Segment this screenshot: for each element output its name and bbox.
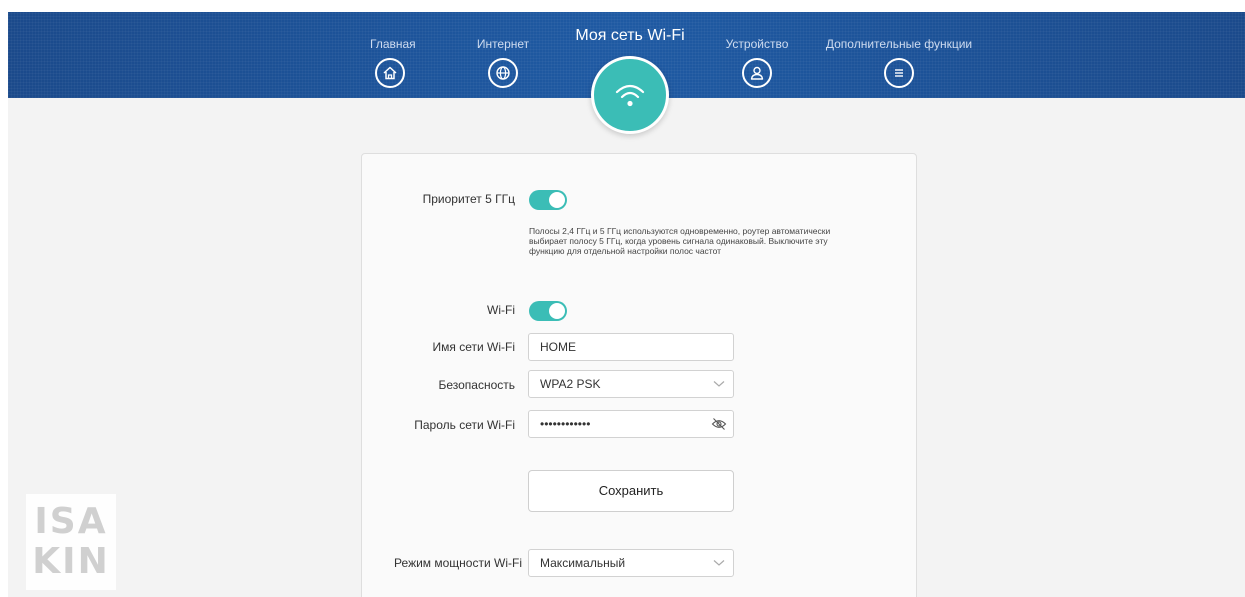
ssid-value: HOME bbox=[540, 340, 576, 354]
wifi-icon bbox=[615, 84, 645, 107]
toggle-knob bbox=[549, 192, 565, 208]
priority-5ghz-description: Полосы 2,4 ГГц и 5 ГГц используются одно… bbox=[529, 226, 831, 256]
watermark-line-1: ISA bbox=[34, 501, 108, 542]
toggle-knob bbox=[549, 303, 565, 319]
nav-item-advanced-label: Дополнительные функции bbox=[825, 37, 973, 51]
power-mode-label: Режим мощности Wi-Fi bbox=[394, 556, 522, 570]
priority-5ghz-toggle[interactable] bbox=[529, 190, 567, 210]
watermark-line-2: KIN bbox=[32, 541, 110, 582]
nav-item-my-wifi[interactable] bbox=[591, 56, 669, 134]
power-mode-value: Максимальный bbox=[540, 556, 626, 570]
nav-item-home[interactable]: Главная bbox=[370, 37, 416, 97]
eye-hidden-icon[interactable] bbox=[711, 417, 727, 431]
wifi-toggle[interactable] bbox=[529, 301, 567, 321]
priority-5ghz-label: Приоритет 5 ГГц bbox=[422, 192, 515, 206]
ssid-label: Имя сети Wi-Fi bbox=[432, 340, 516, 354]
password-input[interactable]: •••••••••••• bbox=[528, 410, 734, 438]
menu-icon bbox=[884, 58, 914, 88]
home-icon bbox=[375, 58, 405, 88]
security-select[interactable]: WPA2 PSK bbox=[528, 370, 734, 398]
nav-item-my-wifi-label[interactable]: Моя сеть Wi-Fi bbox=[562, 27, 698, 45]
watermark-logo: ISA KIN bbox=[26, 494, 116, 590]
globe-icon bbox=[488, 58, 518, 88]
nav-item-home-label: Главная bbox=[370, 37, 416, 51]
wifi-label: Wi-Fi bbox=[487, 303, 515, 317]
nav-item-internet-label: Интернет bbox=[476, 37, 530, 51]
power-mode-select[interactable]: Максимальный bbox=[528, 549, 734, 577]
security-value: WPA2 PSK bbox=[540, 377, 601, 391]
security-label: Безопасность bbox=[438, 378, 515, 392]
ssid-input[interactable]: HOME bbox=[528, 333, 734, 361]
nav-item-device[interactable]: Устройство bbox=[722, 37, 792, 97]
nav-item-advanced[interactable]: Дополнительные функции bbox=[822, 37, 976, 97]
chevron-down-icon bbox=[713, 381, 725, 387]
nav-item-internet[interactable]: Интернет bbox=[475, 37, 531, 97]
nav-item-device-label: Устройство bbox=[725, 37, 789, 51]
user-icon bbox=[742, 58, 772, 88]
save-button[interactable]: Сохранить bbox=[528, 470, 734, 512]
router-admin-page: Главная Интернет Моя сеть Wi-Fi Устройст… bbox=[0, 0, 1245, 597]
chevron-down-icon bbox=[713, 560, 725, 566]
password-label: Пароль сети Wi-Fi bbox=[414, 418, 515, 432]
password-value: •••••••••••• bbox=[540, 417, 591, 431]
